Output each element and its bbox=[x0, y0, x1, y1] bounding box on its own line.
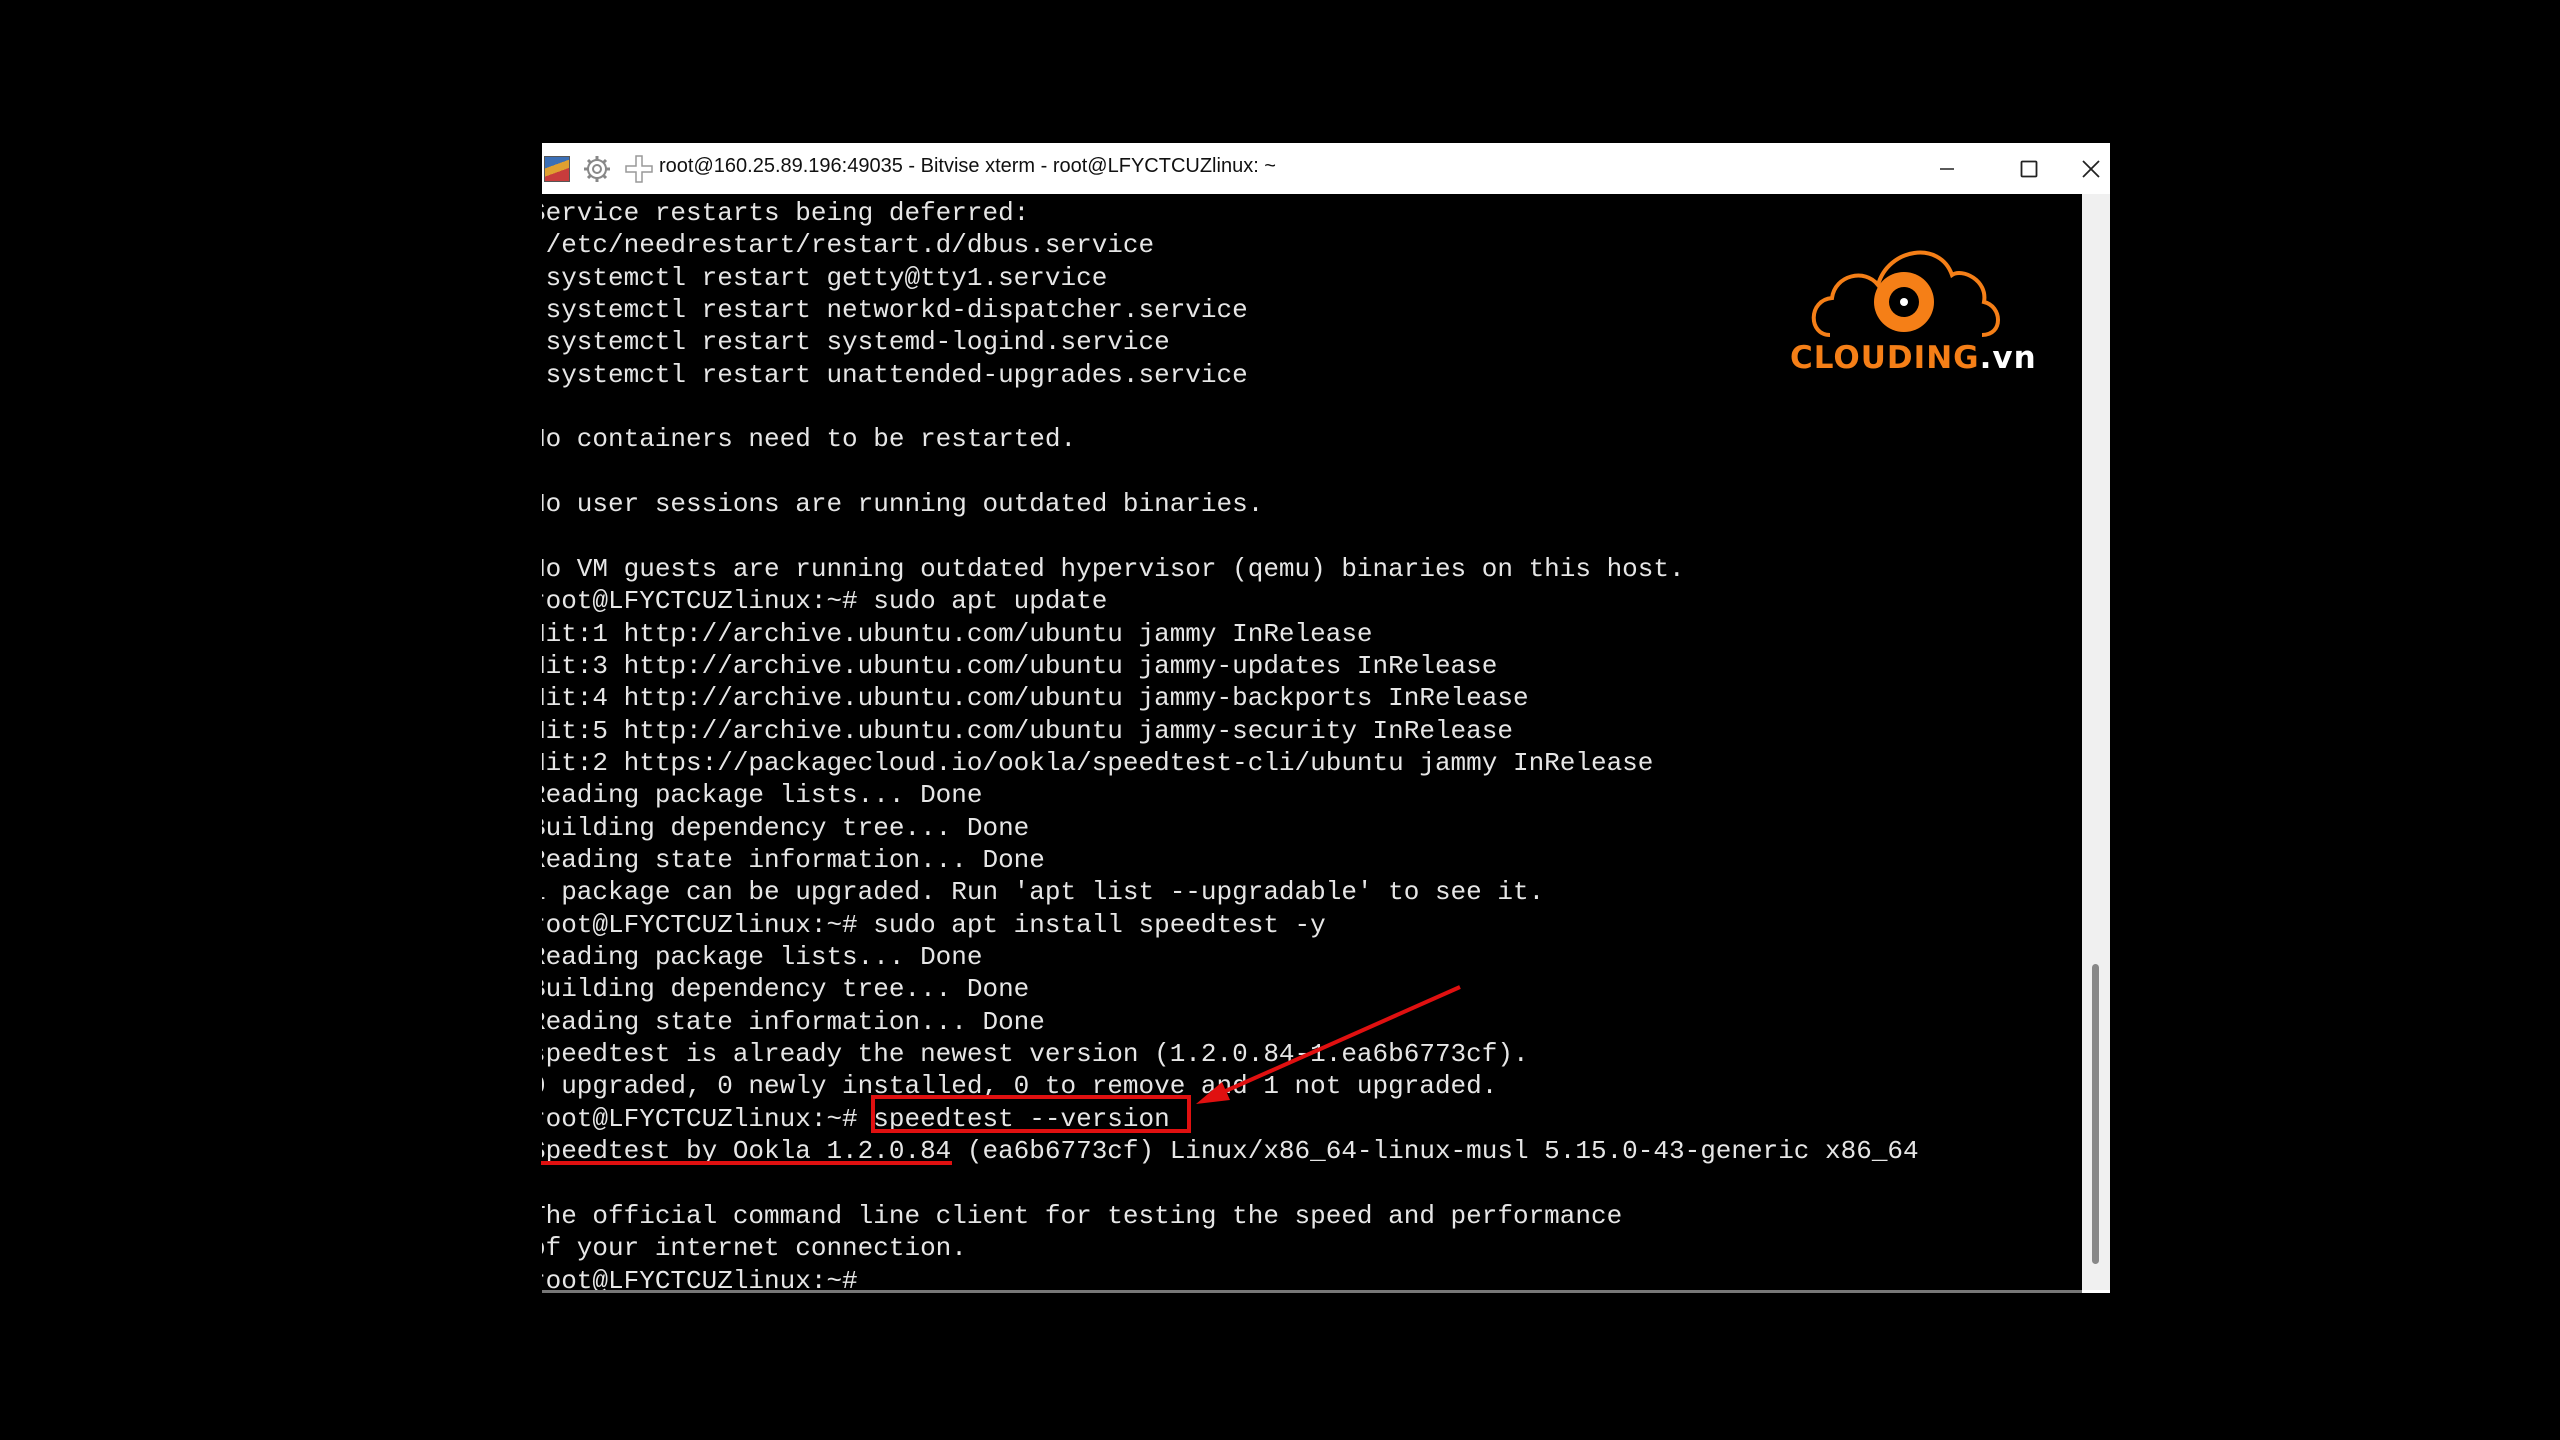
terminal-line: Hit:5 http://archive.ubuntu.com/ubuntu j… bbox=[542, 715, 1513, 746]
terminal-line: Building dependency tree... Done bbox=[542, 812, 1030, 843]
terminal-line: root@LFYCTCUZlinux:~# bbox=[542, 1265, 858, 1290]
logo-wordmark: CLOUDING.vn bbox=[1790, 340, 2037, 376]
terminal-line: The official command line client for tes… bbox=[542, 1200, 1623, 1231]
terminal-line: Building dependency tree... Done bbox=[542, 974, 1030, 1005]
terminal-line: systemctl restart unattended-upgrades.se… bbox=[542, 359, 1248, 390]
terminal-line: Reading state information... Done bbox=[542, 845, 1045, 875]
scrollbar-thumb[interactable] bbox=[2092, 964, 2099, 1264]
terminal-line: Service restarts being deferred: bbox=[542, 198, 1030, 228]
gear-icon[interactable] bbox=[582, 154, 612, 184]
terminal-line: speedtest is already the newest version … bbox=[542, 1039, 1529, 1070]
logo-brand: CLOUDING bbox=[1790, 340, 1980, 376]
terminal-line: /etc/needrestart/restart.d/dbus.service bbox=[542, 230, 1155, 261]
terminal-line: No VM guests are running outdated hyperv… bbox=[542, 553, 1685, 584]
terminal-bottom-edge bbox=[542, 1290, 2082, 1293]
terminal-line: Hit:2 https://packagecloud.io/ookla/spee… bbox=[542, 747, 1654, 778]
title-bar[interactable]: root@160.25.89.196:49035 - Bitvise xterm… bbox=[542, 143, 2110, 194]
terminal-line: Reading package lists... Done bbox=[542, 780, 983, 811]
clouding-logo: CLOUDING.vn bbox=[1790, 240, 2036, 380]
terminal-line: Hit:3 http://archive.ubuntu.com/ubuntu j… bbox=[542, 650, 1498, 681]
close-button[interactable] bbox=[2071, 143, 2110, 194]
terminal-line: Hit:4 http://archive.ubuntu.com/ubuntu j… bbox=[542, 683, 1529, 714]
terminal-line: of your internet connection. bbox=[542, 1233, 967, 1264]
terminal-line: root@LFYCTCUZlinux:~# sudo apt install s… bbox=[542, 909, 1326, 940]
minimize-button[interactable] bbox=[1907, 143, 1987, 194]
terminal-line: Hit:1 http://archive.ubuntu.com/ubuntu j… bbox=[542, 618, 1373, 649]
maximize-icon bbox=[2020, 160, 2038, 177]
bitvise-app-icon[interactable] bbox=[544, 156, 570, 182]
terminal-line: root@LFYCTCUZlinux:~# sudo apt update bbox=[542, 586, 1108, 617]
terminal-line: Reading state information... Done bbox=[542, 1006, 1045, 1037]
window-title: root@160.25.89.196:49035 - Bitvise xterm… bbox=[659, 155, 1276, 177]
terminal-line: No containers need to be restarted. bbox=[542, 424, 1077, 455]
terminal-line: 1 package can be upgraded. Run 'apt list… bbox=[542, 877, 1545, 908]
terminal-line: root@LFYCTCUZlinux:~# speedtest --versio… bbox=[542, 1103, 1170, 1134]
terminal-line: Reading package lists... Done bbox=[542, 942, 983, 973]
move-icon[interactable] bbox=[624, 154, 654, 184]
terminal-line: systemctl restart systemd-logind.service bbox=[542, 327, 1170, 358]
title-icons bbox=[542, 153, 654, 185]
terminal-line: 0 upgraded, 0 newly installed, 0 to remo… bbox=[542, 1071, 1498, 1102]
terminal-line: No user sessions are running outdated bi… bbox=[542, 489, 1264, 520]
vertical-scrollbar[interactable] bbox=[2082, 194, 2110, 1290]
logo-suffix: .vn bbox=[1979, 340, 2037, 376]
maximize-button[interactable] bbox=[1989, 143, 2069, 194]
cloud-logo-icon bbox=[1811, 250, 2000, 337]
terminal-line: Speedtest by Ookla 1.2.0.84 (ea6b6773cf)… bbox=[542, 1136, 1919, 1167]
terminal-line: systemctl restart getty@tty1.service bbox=[542, 262, 1108, 293]
close-icon bbox=[2081, 159, 2100, 178]
terminal-line: systemctl restart networkd-dispatcher.se… bbox=[542, 295, 1248, 326]
minimize-icon bbox=[1940, 167, 1954, 170]
